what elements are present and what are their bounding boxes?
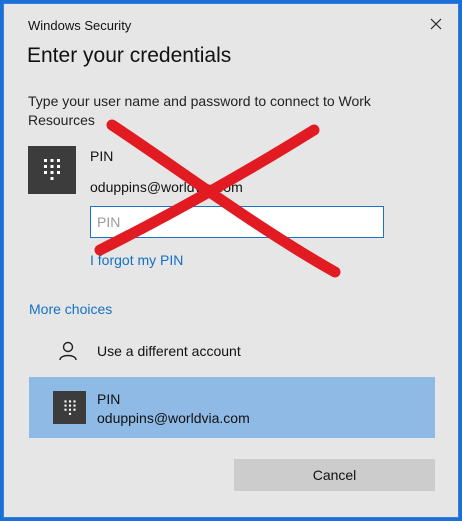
cancel-button[interactable]: Cancel <box>234 459 435 491</box>
close-icon <box>430 18 442 30</box>
instruction-text: Type your user name and password to conn… <box>28 93 371 128</box>
use-different-account-option[interactable]: Use a different account <box>29 332 435 370</box>
option-name: PIN <box>97 391 121 407</box>
option-label: Use a different account <box>97 343 241 359</box>
forgot-pin-link[interactable]: I forgot my PIN <box>90 252 183 268</box>
credentials-dialog: Windows Security Enter your credentials … <box>3 3 459 518</box>
option-user: oduppins@worldvia.com <box>97 410 250 426</box>
keypad-icon <box>53 391 86 424</box>
more-choices-link[interactable]: More choices <box>29 301 112 317</box>
close-button[interactable] <box>424 12 448 36</box>
keypad-icon <box>28 146 76 194</box>
pin-option-selected[interactable]: PIN oduppins@worldvia.com <box>29 377 435 438</box>
page-title: Enter your credentials <box>27 44 232 67</box>
window-title: Windows Security <box>28 18 132 33</box>
person-icon <box>59 341 77 361</box>
credential-name: PIN <box>90 148 114 164</box>
credential-user: oduppins@worldvia.com <box>90 179 243 195</box>
pin-input[interactable] <box>90 206 384 238</box>
